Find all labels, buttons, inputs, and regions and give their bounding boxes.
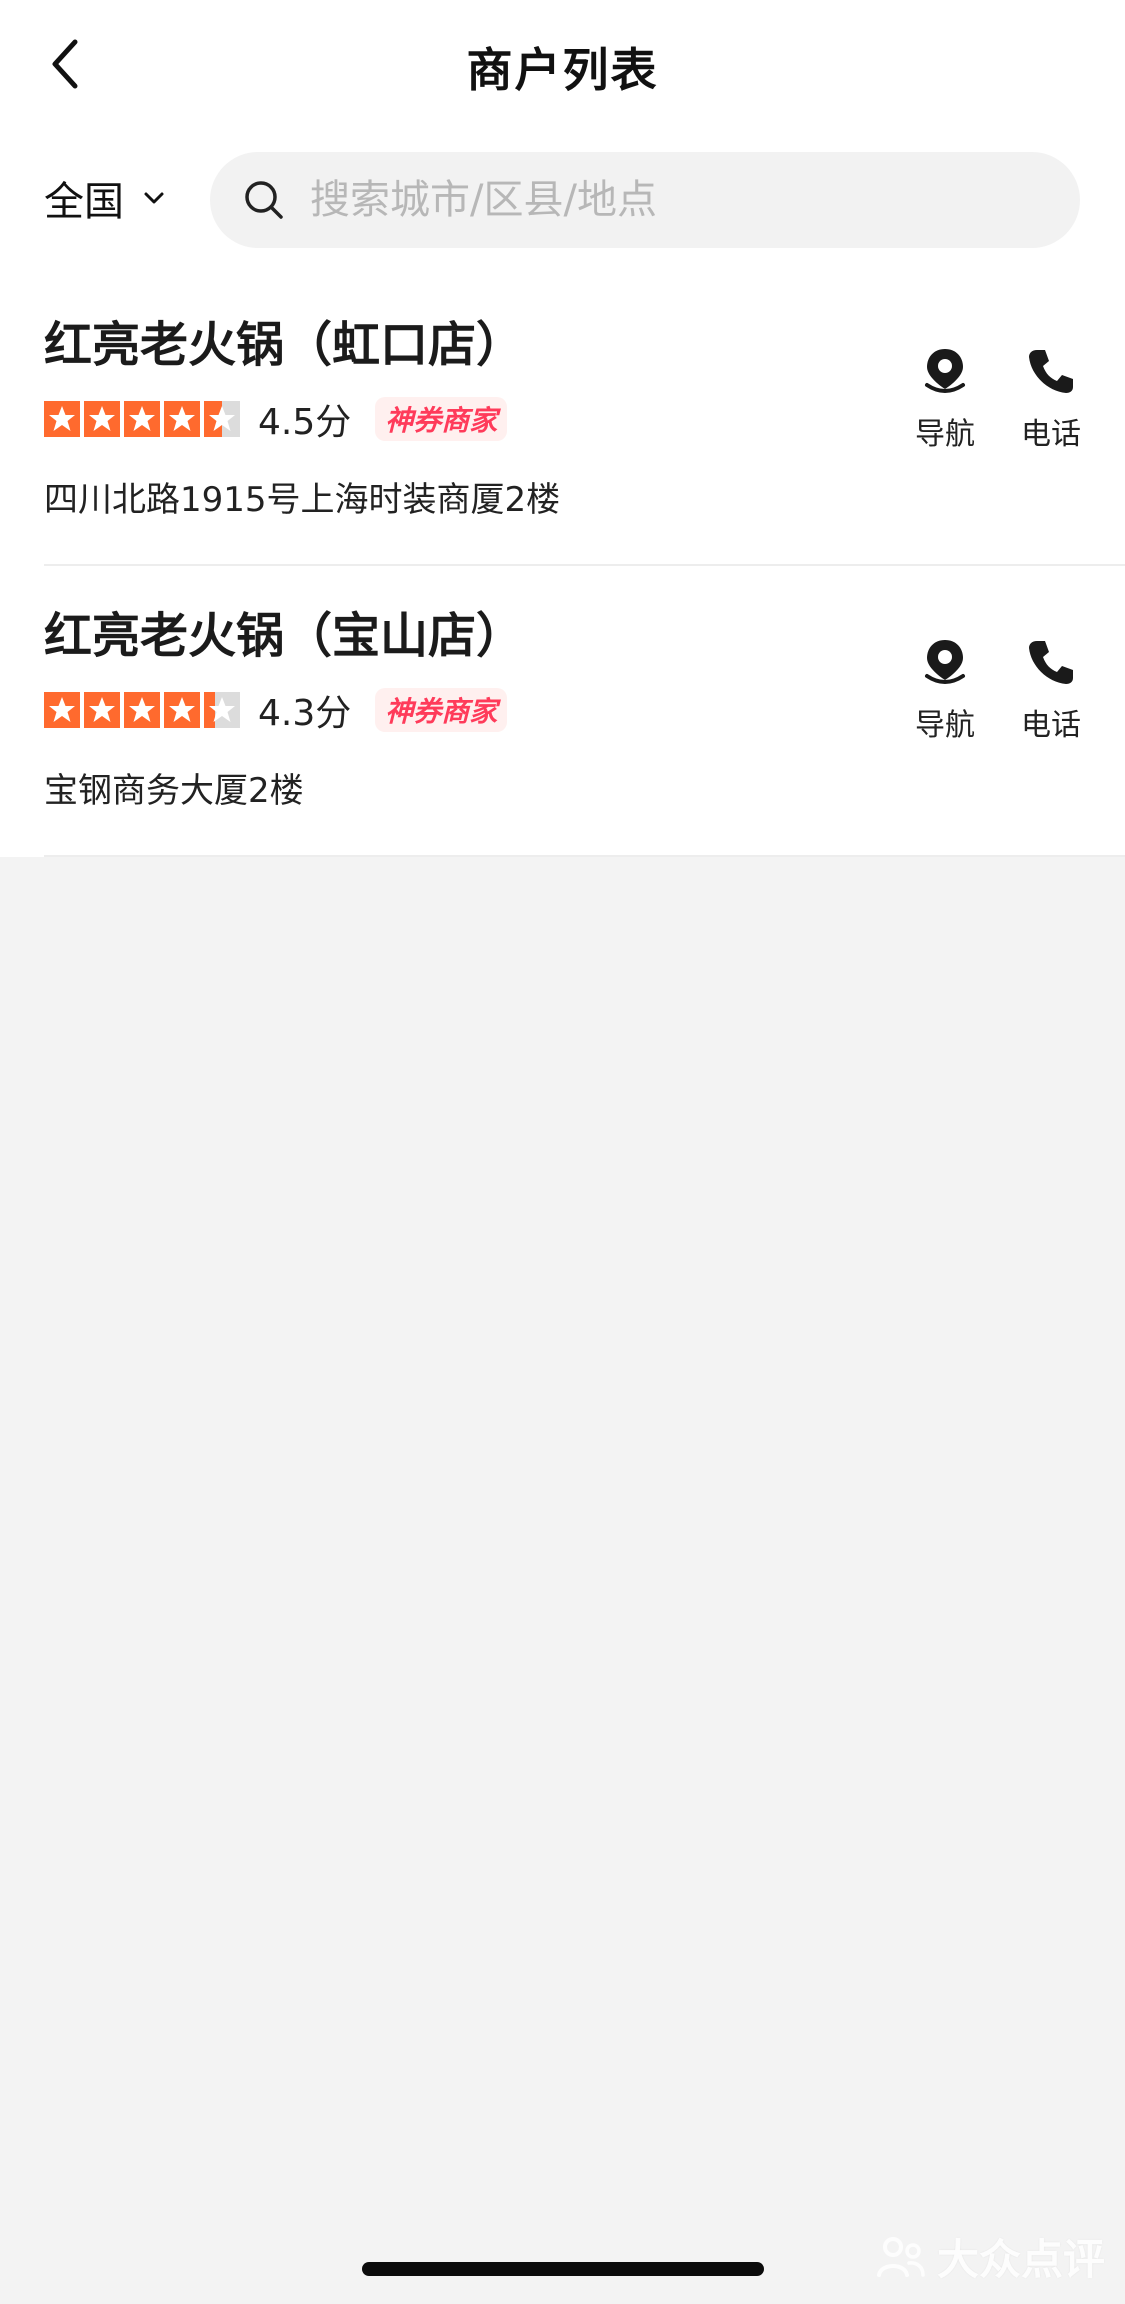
divider: [44, 855, 1125, 857]
call-button[interactable]: 电话: [996, 636, 1106, 756]
header: 商户列表: [0, 0, 1125, 130]
rating-score: 4.5分: [258, 402, 352, 443]
star-icon: [204, 692, 240, 728]
navigate-button[interactable]: 导航: [890, 636, 1000, 756]
region-label: 全国: [44, 179, 124, 225]
star-icon: [44, 692, 80, 728]
star-icon: [164, 401, 200, 437]
home-indicator[interactable]: [362, 2262, 764, 2276]
shop-name: 红亮老火锅（宝山店）: [44, 608, 525, 664]
call-label: 电话: [1021, 708, 1081, 743]
search-box[interactable]: [210, 152, 1080, 248]
rating-score: 4.3分: [258, 693, 352, 734]
star-icon: [44, 401, 80, 437]
phone-icon: [1029, 350, 1073, 393]
watermark: 大众点评: [875, 2226, 1105, 2287]
navigate-label: 导航: [915, 417, 975, 452]
dianping-logo-icon: [876, 2236, 925, 2277]
shop-address: 宝钢商务大厦2楼: [44, 771, 304, 811]
star-icon: [124, 692, 160, 728]
search-input[interactable]: [310, 177, 1070, 223]
star-icon: [124, 401, 160, 437]
coupon-merchant-badge: 神券商家: [375, 397, 508, 441]
shop-address: 四川北路1915号上海时装商厦2楼: [44, 480, 561, 520]
star-icon: [84, 401, 120, 437]
star-icon: [204, 401, 240, 437]
call-label: 电话: [1021, 417, 1081, 452]
watermark-text: 大众点评: [936, 2235, 1105, 2284]
search-icon: [245, 181, 283, 219]
star-icon: [164, 692, 200, 728]
star-icon: [84, 692, 120, 728]
navigate-button[interactable]: 导航: [890, 345, 1000, 465]
region-dropdown[interactable]: 全国: [44, 168, 166, 228]
location-pin-icon: [925, 640, 965, 684]
navigate-label: 导航: [915, 708, 975, 743]
filter-bar: 全国: [0, 130, 1125, 275]
call-button[interactable]: 电话: [996, 345, 1106, 465]
chevron-down-icon: [144, 192, 164, 204]
location-pin-icon: [925, 349, 965, 393]
phone-icon: [1029, 641, 1073, 684]
rating-row: 4.3分 神券商家: [44, 688, 508, 734]
shop-item[interactable]: 红亮老火锅（虹口店） 4.5分 神券商家 四川北路1915号上海时装商厦2楼 导…: [0, 275, 1125, 566]
shop-list: 红亮老火锅（虹口店） 4.5分 神券商家 四川北路1915号上海时装商厦2楼 导…: [0, 275, 1125, 857]
shop-item[interactable]: 红亮老火锅（宝山店） 4.3分 神券商家 宝钢商务大厦2楼 导航 电话: [0, 566, 1125, 857]
star-rating: [44, 401, 240, 437]
rating-row: 4.5分 神券商家: [44, 397, 508, 443]
coupon-merchant-badge: 神券商家: [375, 688, 508, 732]
shop-name: 红亮老火锅（虹口店）: [44, 317, 525, 373]
page-title: 商户列表: [466, 43, 659, 97]
star-rating: [44, 692, 240, 728]
merchant-list-page: 商户列表 全国 红亮老火锅（虹口店） 4.5分 神券商家 四: [0, 0, 1125, 2304]
